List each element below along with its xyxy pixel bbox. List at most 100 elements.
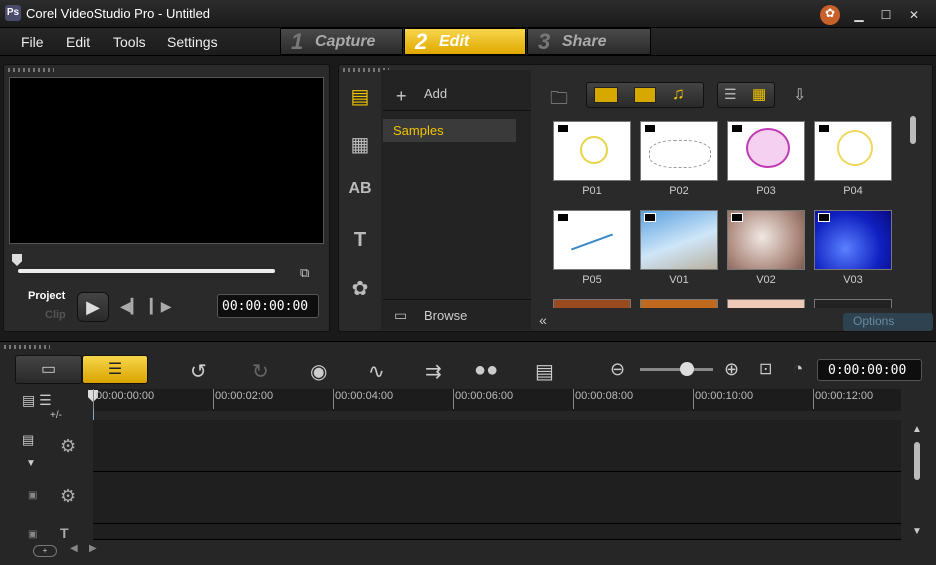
ruler-label: 00:00:04:00 bbox=[335, 390, 394, 402]
title-ab-icon[interactable]: AB bbox=[345, 180, 375, 204]
thumb-row3[interactable] bbox=[553, 299, 631, 308]
scroll-up-icon[interactable]: ▲ bbox=[912, 424, 922, 435]
browse-icon[interactable]: ▭ bbox=[394, 307, 416, 325]
timeline-view-button[interactable]: ☰ bbox=[82, 355, 148, 384]
play-button[interactable]: ▶ bbox=[77, 292, 109, 322]
thumb-row3[interactable] bbox=[814, 299, 892, 308]
record-capture-icon[interactable]: ◉ bbox=[310, 359, 327, 384]
menu-edit[interactable]: Edit bbox=[66, 34, 90, 50]
thumb-p01[interactable] bbox=[553, 121, 631, 181]
app-icon: Ps bbox=[5, 5, 21, 21]
menu-tools[interactable]: Tools bbox=[113, 34, 146, 50]
scroll-down-icon[interactable]: ▼ bbox=[912, 526, 922, 537]
maximize-button[interactable]: ☐ bbox=[877, 7, 895, 23]
add-icon[interactable]: + bbox=[396, 86, 407, 107]
thumb-v01[interactable] bbox=[640, 210, 718, 270]
media-library-icon[interactable]: ▤ bbox=[345, 84, 375, 108]
thumb-row3[interactable] bbox=[727, 299, 805, 308]
sun-face-drawing bbox=[837, 130, 873, 166]
show-photos-icon[interactable] bbox=[634, 87, 656, 103]
tab-capture[interactable]: 1 Capture bbox=[280, 28, 403, 55]
library-scrollbar[interactable] bbox=[910, 116, 916, 144]
thumb-label: P04 bbox=[843, 185, 863, 197]
thumb-label: V02 bbox=[756, 274, 776, 286]
ruler-tick bbox=[573, 389, 574, 409]
prev-frame-icon[interactable]: ◀▎ bbox=[120, 298, 142, 315]
overlay-track-icon: ⚙ bbox=[60, 486, 77, 506]
panel-grip[interactable] bbox=[4, 345, 50, 349]
storyboard-view-button[interactable]: ▭ bbox=[15, 355, 82, 384]
zoom-out-icon[interactable]: ⊖ bbox=[610, 359, 625, 380]
film-icon bbox=[818, 213, 830, 222]
title-track[interactable] bbox=[93, 524, 901, 540]
thumb-v03[interactable] bbox=[814, 210, 892, 270]
show-audio-icon[interactable]: ♫ bbox=[672, 84, 685, 104]
sound-mixer-icon[interactable]: ∿ bbox=[368, 359, 385, 384]
scroll-right-icon[interactable]: ▶ bbox=[89, 543, 97, 554]
help-icon[interactable]: ✿ bbox=[820, 5, 840, 25]
thumb-label: P03 bbox=[756, 185, 776, 197]
redo-icon[interactable]: ↻ bbox=[252, 359, 269, 384]
subtitle-editor-icon[interactable]: ▤ bbox=[535, 359, 554, 384]
tab-share[interactable]: 3 Share bbox=[527, 28, 651, 55]
menu-settings[interactable]: Settings bbox=[167, 34, 218, 50]
thumb-p02[interactable] bbox=[640, 121, 718, 181]
video-track[interactable] bbox=[93, 420, 901, 472]
thumb-p04[interactable] bbox=[814, 121, 892, 181]
minimize-button[interactable]: ▁ bbox=[850, 7, 868, 23]
auto-music-icon[interactable]: ⇉ bbox=[425, 359, 442, 384]
options-button[interactable]: Options bbox=[843, 313, 933, 331]
panel-grip[interactable] bbox=[8, 68, 54, 72]
browse-button[interactable]: Browse bbox=[424, 308, 467, 323]
title-track-icon: T bbox=[60, 525, 69, 541]
expand-tracks-icon[interactable]: ▼ bbox=[26, 458, 36, 469]
timeline-scrollbar[interactable] bbox=[914, 442, 920, 480]
add-button[interactable]: Add bbox=[424, 86, 447, 101]
zoom-slider[interactable] bbox=[640, 368, 713, 371]
thumb-v02[interactable] bbox=[727, 210, 805, 270]
lock-icon[interactable]: ▣ bbox=[28, 529, 37, 540]
fit-project-icon[interactable]: ⊡ bbox=[759, 359, 772, 379]
filter-icon[interactable]: ✿ bbox=[345, 276, 375, 300]
thumb-label: P02 bbox=[669, 185, 689, 197]
tab-share-label: Share bbox=[562, 33, 607, 50]
ruler-tick bbox=[453, 389, 454, 409]
zoom-in-icon[interactable]: ⊕ bbox=[724, 359, 739, 380]
track-toggle-icon[interactable]: ▤ bbox=[22, 432, 34, 448]
list-view-icon[interactable]: ☰ bbox=[724, 86, 737, 103]
folder-samples[interactable]: Samples bbox=[383, 119, 516, 142]
close-button[interactable]: ✕ bbox=[905, 7, 923, 23]
sort-icon[interactable]: ⇩ bbox=[793, 85, 806, 105]
undo-icon[interactable]: ↺ bbox=[190, 359, 207, 384]
tab-edit[interactable]: 2 Edit bbox=[404, 28, 526, 55]
overlay-track[interactable] bbox=[93, 472, 901, 524]
enlarge-preview-icon[interactable]: ⧉ bbox=[300, 265, 318, 281]
thumbnail-view-icon[interactable]: ▦ bbox=[752, 85, 766, 103]
mode-project[interactable]: Project bbox=[28, 290, 65, 302]
collapse-library-icon[interactable]: « bbox=[533, 312, 553, 330]
lock-icon[interactable]: ▣ bbox=[28, 490, 37, 501]
scrubber-bar[interactable] bbox=[18, 269, 275, 273]
ruler-label: 00:00:10:00 bbox=[695, 390, 754, 402]
zoom-slider-handle[interactable] bbox=[680, 362, 694, 376]
project-duration-icon[interactable]: ◔ bbox=[793, 359, 803, 379]
thumb-row3[interactable] bbox=[640, 299, 718, 308]
ruler-tick bbox=[93, 389, 94, 409]
thumb-label: V01 bbox=[669, 274, 689, 286]
next-frame-icon[interactable]: ▎▶ bbox=[150, 298, 172, 315]
menu-file[interactable]: File bbox=[21, 34, 44, 50]
scroll-left-icon[interactable]: ◀ bbox=[70, 543, 78, 554]
transition-icon[interactable]: ▦ bbox=[345, 132, 375, 156]
timeline-options-icon[interactable]: + bbox=[33, 545, 57, 557]
divider bbox=[383, 110, 531, 111]
timeline-timecode[interactable]: 0:00:00:00 bbox=[817, 359, 922, 381]
track-add-remove[interactable]: +/- bbox=[50, 410, 62, 421]
mode-clip[interactable]: Clip bbox=[45, 309, 66, 321]
show-videos-icon[interactable] bbox=[594, 87, 618, 103]
text-icon[interactable]: T bbox=[345, 229, 375, 253]
thumb-p05[interactable] bbox=[553, 210, 631, 270]
preview-timecode[interactable]: 00:00:00:00 bbox=[217, 294, 319, 318]
thumb-p03[interactable] bbox=[727, 121, 805, 181]
track-manager-icon[interactable]: ▤ ☰ bbox=[22, 392, 52, 409]
motion-tracking-icon[interactable]: ●● bbox=[474, 359, 498, 382]
